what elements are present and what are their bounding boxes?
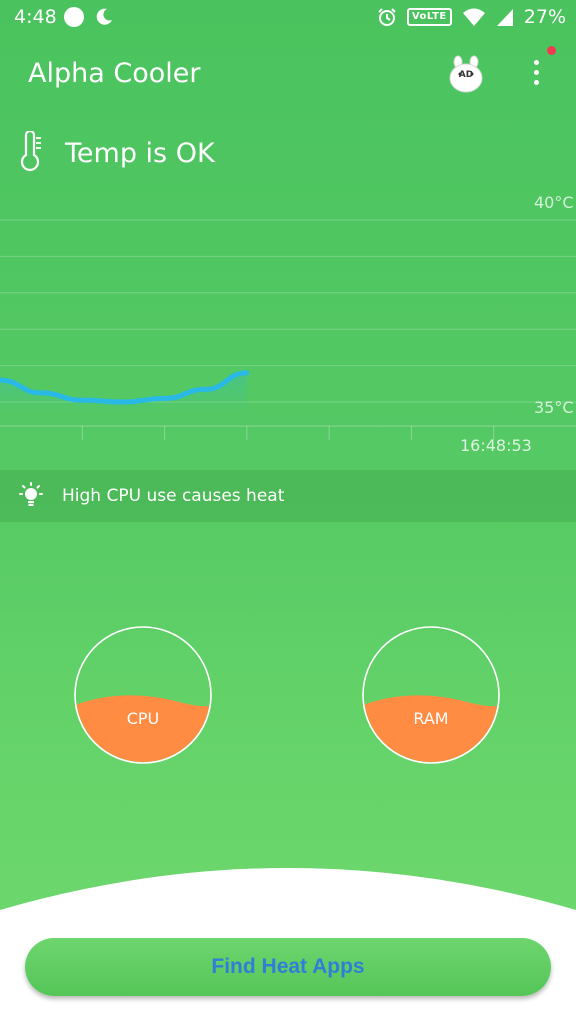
- battery-percent: 27%: [523, 6, 566, 28]
- temperature-status: Temp is OK: [65, 138, 215, 169]
- notification-badge-dot: [547, 46, 556, 55]
- chart-x-ticks: [81, 426, 495, 440]
- chart-y-min-label: 35°C: [534, 398, 574, 417]
- temperature-chart: [0, 219, 576, 440]
- cpu-gauge[interactable]: CPU: [73, 625, 213, 765]
- ad-badge-label: AD: [458, 70, 474, 80]
- find-heat-apps-button[interactable]: Find Heat Apps: [25, 938, 551, 996]
- do-not-disturb-moon-icon: [96, 8, 112, 25]
- tip-banner: High CPU use causes heat: [0, 470, 576, 522]
- alarm-icon: [378, 8, 396, 26]
- menu-dot: [534, 70, 539, 75]
- cpu-gauge-fill: [76, 695, 210, 762]
- volte-badge: VoLTE: [406, 8, 452, 26]
- notification-circle-icon: [64, 7, 84, 27]
- cpu-gauge-label: CPU: [126, 709, 160, 728]
- menu-dot: [534, 60, 539, 65]
- app-title: Alpha Cooler: [28, 58, 201, 89]
- ram-gauge-fill: [364, 695, 498, 762]
- menu-dot: [534, 80, 539, 85]
- chart-x-time-label: 16:48:53: [460, 436, 532, 455]
- ram-gauge[interactable]: RAM: [361, 625, 501, 765]
- wifi-icon: [462, 8, 485, 26]
- chart-y-max-label: 40°C: [534, 193, 574, 212]
- status-icons: VoLTE 27%: [377, 4, 566, 30]
- ram-gauge-label: RAM: [413, 709, 449, 728]
- cell-signal-icon: [496, 9, 513, 26]
- chart-grid: [0, 219, 576, 427]
- lightbulb-icon: [19, 482, 43, 506]
- ram-gauge-graphic: [362, 626, 500, 764]
- overflow-menu-button[interactable]: [522, 52, 552, 92]
- thermometer-icon: [20, 131, 41, 171]
- cpu-gauge-graphic: [74, 626, 212, 764]
- status-bar: 4:48 VoLTE 27%: [0, 0, 576, 34]
- ad-button[interactable]: AD: [446, 54, 486, 94]
- status-time: 4:48: [14, 6, 57, 28]
- tip-text: High CPU use causes heat: [62, 486, 285, 506]
- find-heat-apps-label: Find Heat Apps: [211, 955, 365, 978]
